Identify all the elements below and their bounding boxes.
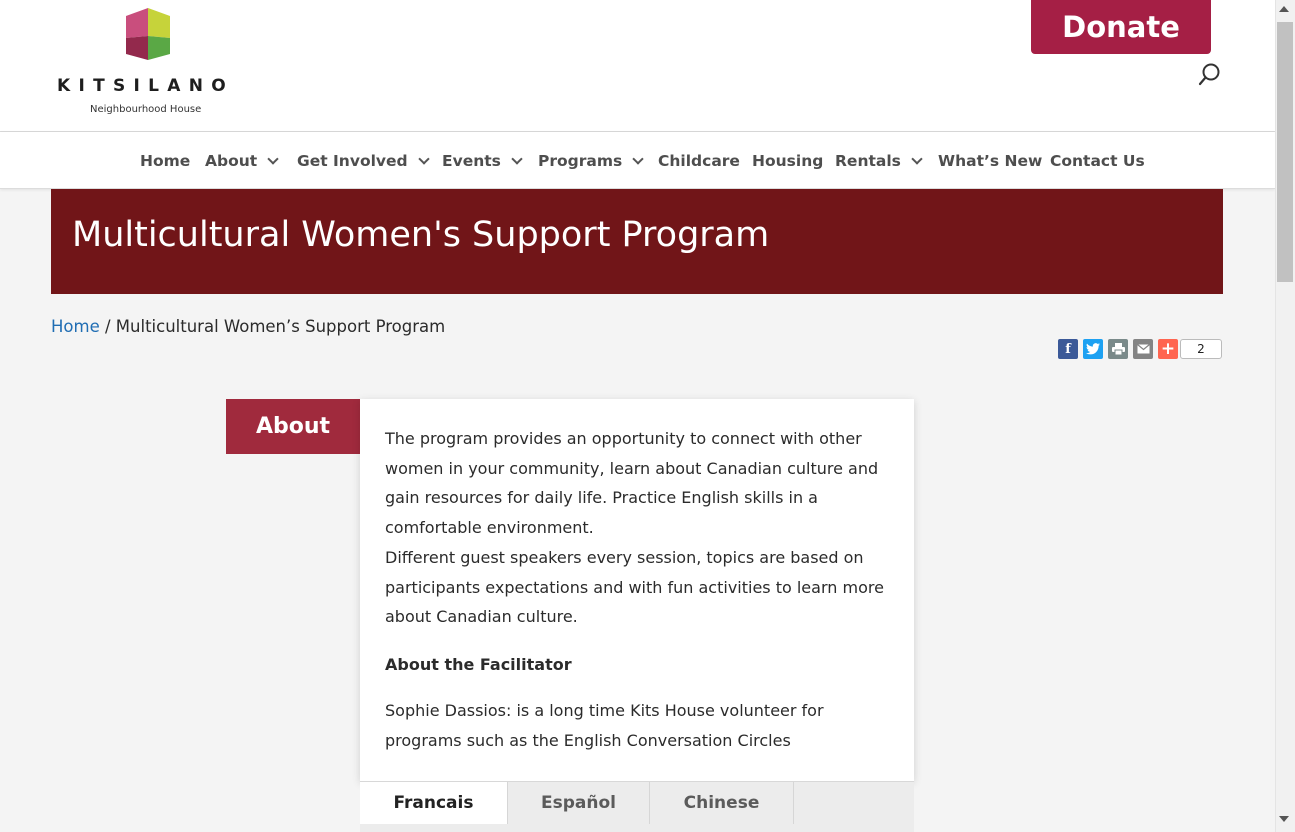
nav-item-childcare[interactable]: Childcare bbox=[658, 132, 740, 189]
language-tabs: Francais Español Chinese bbox=[360, 781, 914, 832]
nav-item-housing[interactable]: Housing bbox=[752, 132, 823, 189]
nav-item-contact-us[interactable]: Contact Us bbox=[1050, 132, 1145, 189]
share-count: 2 bbox=[1180, 339, 1222, 359]
chevron-down-icon bbox=[911, 152, 923, 165]
description-line: comfortable environment. bbox=[385, 518, 594, 538]
more-icon[interactable]: + bbox=[1158, 339, 1178, 359]
logo-subtitle: Neighbourhood House bbox=[90, 104, 202, 115]
facebook-icon[interactable]: f bbox=[1058, 339, 1078, 359]
scroll-up-arrow-icon[interactable] bbox=[1279, 6, 1289, 12]
email-icon[interactable] bbox=[1133, 339, 1153, 359]
scroll-down-arrow-icon[interactable] bbox=[1279, 816, 1289, 822]
description-line: about Canadian culture. bbox=[385, 607, 578, 627]
breadcrumb: Home / Multicultural Women’s Support Pro… bbox=[51, 317, 445, 336]
nav-item-label: Events bbox=[442, 151, 501, 170]
scrollbar-thumb[interactable] bbox=[1277, 22, 1293, 282]
donate-button[interactable]: Donate bbox=[1031, 0, 1211, 54]
logo-icon[interactable] bbox=[126, 8, 170, 60]
nav-item-get-involved[interactable]: Get Involved bbox=[297, 132, 430, 189]
description-paragraph: The program provides an opportunity to c… bbox=[385, 424, 889, 632]
chevron-down-icon bbox=[267, 152, 279, 165]
chevron-down-icon bbox=[632, 152, 644, 165]
tab-chinese[interactable]: Chinese bbox=[650, 782, 794, 824]
print-icon[interactable] bbox=[1108, 339, 1128, 359]
nav-item-about[interactable]: About bbox=[205, 132, 279, 189]
chevron-down-icon bbox=[511, 152, 523, 165]
breadcrumb-separator: / bbox=[99, 317, 116, 336]
description-line: participants expectations and with fun a… bbox=[385, 577, 884, 597]
nav-item-label: Contact Us bbox=[1050, 151, 1145, 170]
site-header: KITSILANO Neighbourhood House Donate bbox=[0, 0, 1275, 132]
nav-item-home[interactable]: Home bbox=[140, 132, 190, 189]
page-title: Multicultural Women's Support Program bbox=[72, 215, 770, 255]
nav-item-label: What’s New bbox=[938, 151, 1043, 170]
nav-item-label: Get Involved bbox=[297, 151, 408, 170]
breadcrumb-current: Multicultural Women’s Support Program bbox=[115, 317, 446, 336]
main-navigation: Home About Get Involved Events Programs … bbox=[0, 132, 1275, 189]
logo-wordmark[interactable]: KITSILANO bbox=[57, 76, 234, 96]
search-icon[interactable] bbox=[1198, 62, 1222, 88]
description-line: gain resources for daily life. Practice … bbox=[385, 488, 818, 508]
page-banner: Multicultural Women's Support Program bbox=[51, 189, 1223, 294]
nav-item-label: Programs bbox=[538, 151, 623, 170]
nav-item-label: Rentals bbox=[835, 151, 901, 170]
nav-item-label: Housing bbox=[752, 151, 824, 170]
facilitator-line: programs such as the English Conversatio… bbox=[385, 730, 791, 750]
facilitator-heading: About the Facilitator bbox=[385, 654, 572, 674]
nav-item-whats-new[interactable]: What’s New bbox=[938, 132, 1042, 189]
tab-espanol[interactable]: Español bbox=[508, 782, 650, 824]
nav-item-programs[interactable]: Programs bbox=[538, 132, 644, 189]
nav-item-label: Childcare bbox=[658, 151, 740, 170]
nav-item-rentals[interactable]: Rentals bbox=[835, 132, 923, 189]
about-card: The program provides an opportunity to c… bbox=[360, 399, 914, 781]
about-tab[interactable]: About bbox=[226, 399, 360, 454]
twitter-icon[interactable] bbox=[1083, 339, 1103, 359]
description-line: Different guest speakers every session, … bbox=[385, 547, 864, 567]
chevron-down-icon bbox=[417, 152, 430, 165]
tab-francais[interactable]: Francais bbox=[360, 782, 508, 824]
facilitator-line: Sophie Dassios: is a long time Kits Hous… bbox=[385, 700, 824, 720]
description-line: The program provides an opportunity to c… bbox=[385, 429, 862, 448]
facilitator-text: Sophie Dassios: is a long time Kits Hous… bbox=[385, 696, 889, 756]
nav-item-label: Home bbox=[140, 151, 191, 170]
description-line: women in your community, learn about Can… bbox=[385, 458, 879, 478]
nav-item-label: About bbox=[205, 151, 258, 170]
share-bar: f + 2 bbox=[1058, 339, 1222, 359]
breadcrumb-home-link[interactable]: Home bbox=[51, 317, 100, 336]
nav-item-events[interactable]: Events bbox=[442, 132, 523, 189]
